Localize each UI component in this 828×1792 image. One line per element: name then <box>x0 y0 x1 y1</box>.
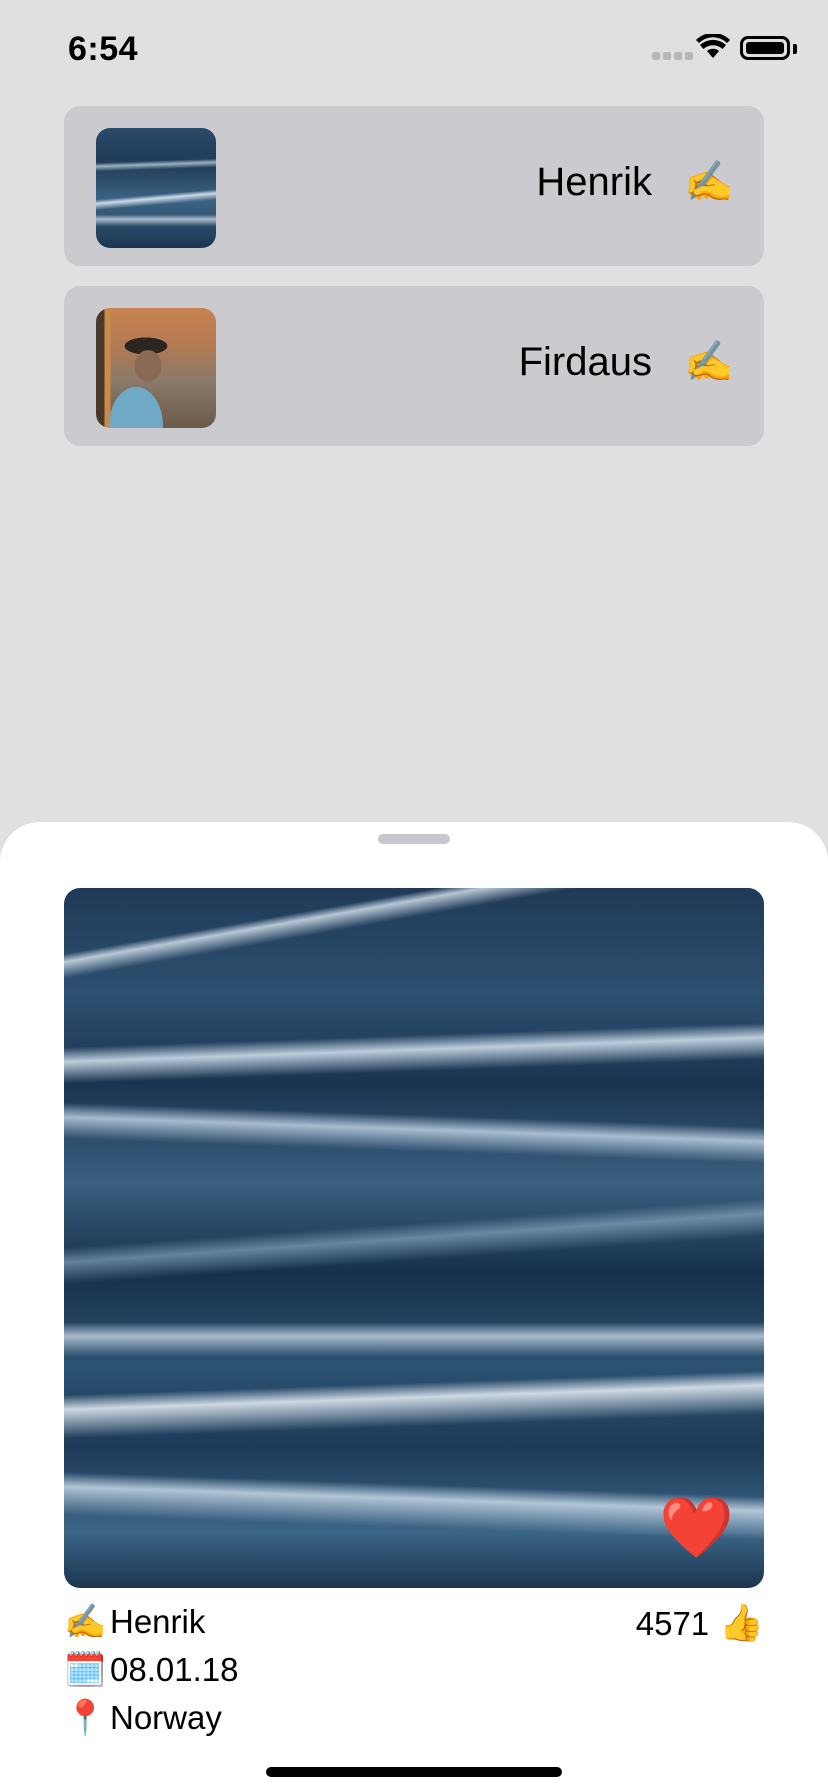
status-bar: 6:54 <box>0 0 828 100</box>
battery-icon <box>740 36 790 60</box>
home-indicator <box>266 1767 562 1777</box>
wifi-icon <box>696 34 730 58</box>
status-time: 6:54 <box>68 30 139 68</box>
writing-hand-icon: ✍️ <box>684 160 734 204</box>
location-value: Norway <box>110 1699 222 1736</box>
calendar-icon: 🗓️ <box>64 1651 107 1689</box>
thumbs-up-icon: 👍 <box>719 1602 764 1643</box>
thumbnail-image <box>96 308 216 428</box>
writing-hand-icon: ✍️ <box>684 340 734 384</box>
author-list: Henrik ✍️ Firdaus ✍️ <box>64 106 764 466</box>
list-item-henrik[interactable]: Henrik ✍️ <box>64 106 764 266</box>
list-item-name: Henrik <box>536 160 652 204</box>
likes-value: 4571 <box>635 1605 710 1642</box>
date-value: 08.01.18 <box>110 1651 239 1688</box>
list-item-firdaus[interactable]: Firdaus ✍️ <box>64 286 764 446</box>
battery-cap <box>793 44 797 54</box>
sheet-grabber[interactable] <box>378 834 450 844</box>
detail-photo: ❤️ <box>64 888 764 1588</box>
heart-icon[interactable]: ❤️ <box>659 1498 734 1558</box>
detail-sheet: ❤️ ✍️ Henrik 4571 👍 🗓️ 08.01.18 📍 Norway <box>0 822 828 1792</box>
location-row: 📍 Norway <box>64 1698 764 1740</box>
cellular-signal-icon <box>652 52 693 60</box>
likes-count[interactable]: 4571 👍 <box>636 1602 764 1644</box>
author-name: Henrik <box>110 1603 206 1640</box>
date-row: 🗓️ 08.01.18 <box>64 1650 764 1692</box>
thumbnail-image <box>96 128 216 248</box>
writing-hand-icon: ✍️ <box>64 1603 107 1641</box>
pin-icon: 📍 <box>64 1699 107 1737</box>
list-item-name: Firdaus <box>518 340 652 384</box>
